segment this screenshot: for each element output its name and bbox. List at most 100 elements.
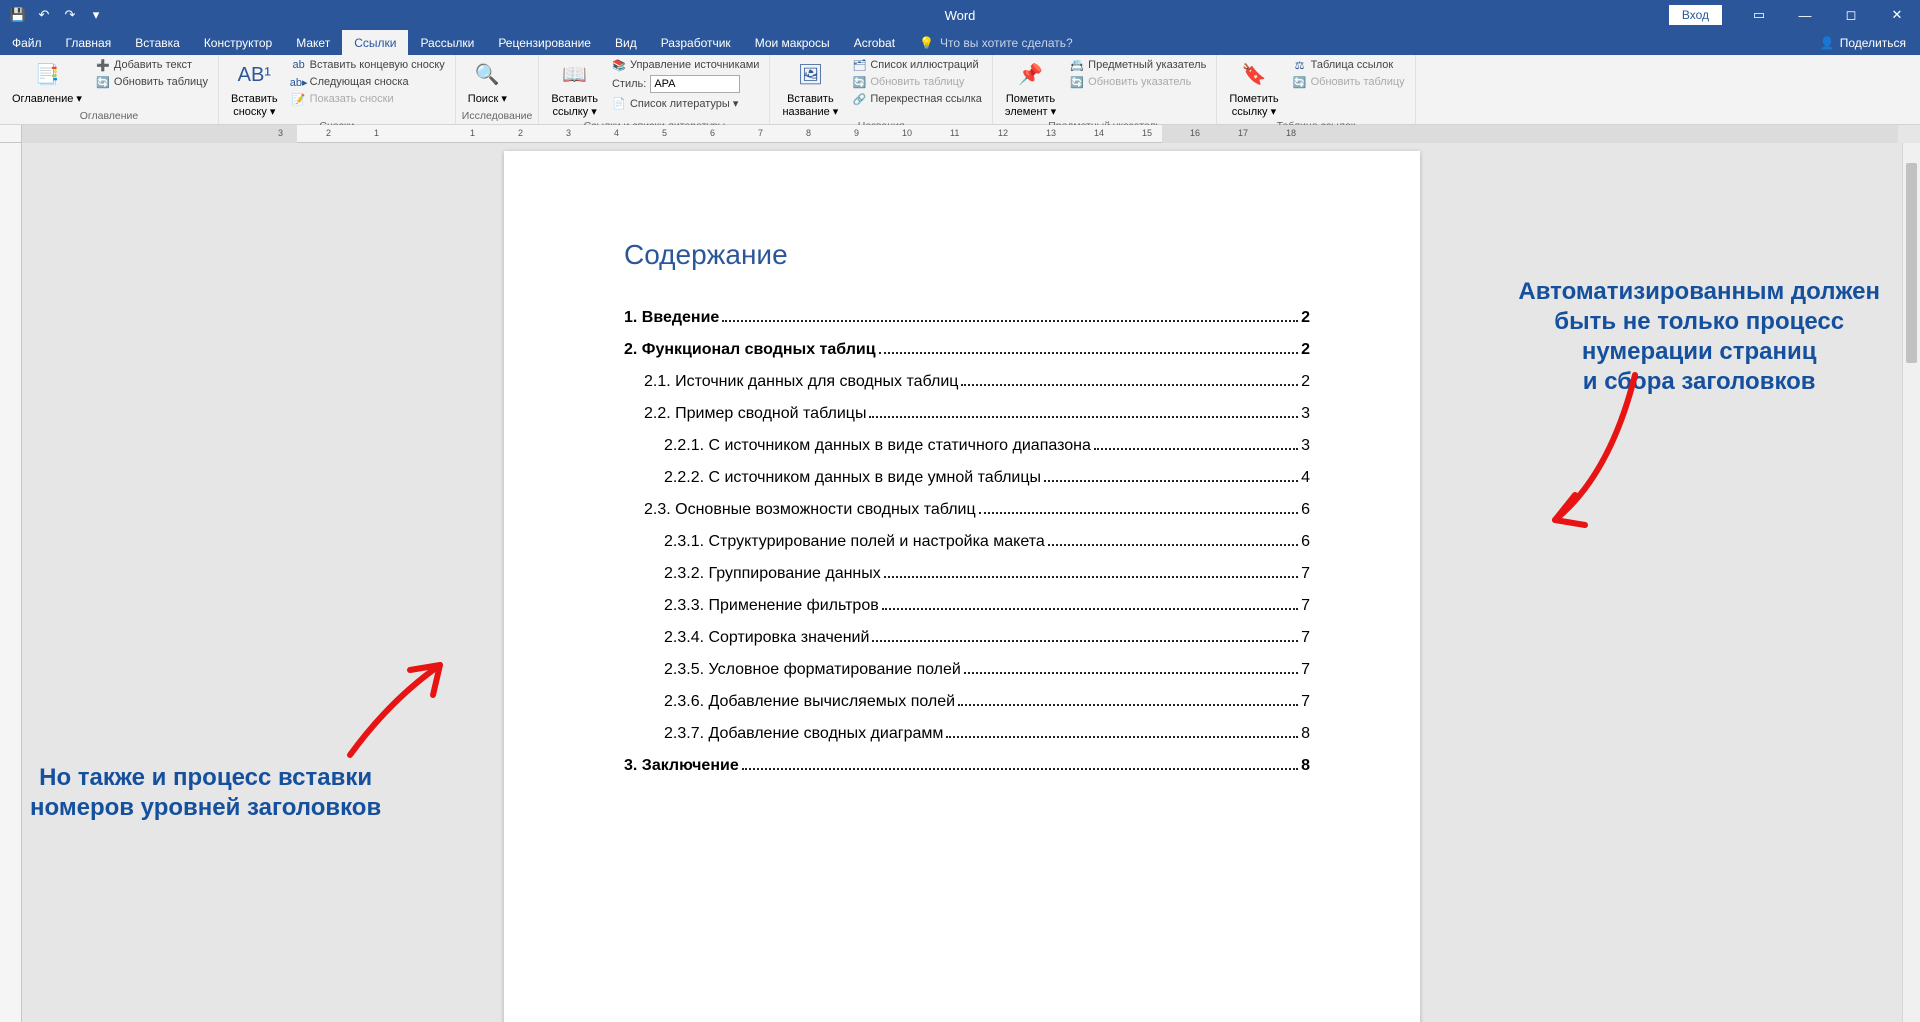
toc-leader-dots (869, 416, 1298, 418)
style-dropdown[interactable]: Стиль: (608, 74, 763, 94)
menu-tab-главная[interactable]: Главная (54, 30, 124, 55)
vertical-scrollbar[interactable] (1902, 143, 1920, 1022)
menu-tab-вид[interactable]: Вид (603, 30, 649, 55)
toc-page-number: 3 (1301, 405, 1310, 423)
toc-entry[interactable]: 2.1. Источник данных для сводных таблиц … (624, 373, 1310, 391)
cross-reference[interactable]: 🔗Перекрестная ссылка (848, 91, 986, 107)
toc-entry[interactable]: 2.3. Основные возможности сводных таблиц… (624, 501, 1310, 519)
add-text[interactable]: ➕Добавить текст (92, 57, 212, 73)
toc-page-number: 2 (1301, 341, 1310, 359)
ribbon-group-Оглавление: 📑Оглавление ▾➕Добавить текст🔄Обновить та… (0, 55, 219, 124)
toc-leader-dots (946, 736, 1298, 738)
citation-icon: 📖 (559, 59, 591, 91)
vertical-ruler[interactable] (0, 143, 22, 1022)
toc-page-number: 7 (1301, 629, 1310, 647)
tell-me-search[interactable]: 💡Что вы хотите сделать? (907, 30, 1085, 55)
toc-page-number: 7 (1301, 597, 1310, 615)
index-icon: 📇 (1070, 58, 1084, 72)
customize-qat-icon[interactable]: ▾ (84, 3, 108, 27)
redo-icon[interactable]: ↷ (58, 3, 82, 27)
table-of-contents: 1. Введение 2 2. Функционал сводных табли… (624, 309, 1310, 775)
toc-leader-dots (872, 640, 1298, 642)
menu-tab-мои макросы[interactable]: Мои макросы (743, 30, 842, 55)
toc-entry[interactable]: 2.2. Пример сводной таблицы 3 (624, 405, 1310, 423)
menu-tab-рецензирование[interactable]: Рецензирование (486, 30, 603, 55)
toc-entry[interactable]: 2.3.4. Сортировка значений 7 (624, 629, 1310, 647)
insert-citation[interactable]: 📖Вставитьссылку ▾ (545, 57, 604, 120)
ribbon-group-Сноски: AB¹Вставитьсноску ▾abВставить концевую с… (219, 55, 456, 124)
toc-entry[interactable]: 2.3.7. Добавление сводных диаграмм 8 (624, 725, 1310, 743)
ribbon: 📑Оглавление ▾➕Добавить текст🔄Обновить та… (0, 55, 1920, 125)
save-icon[interactable]: 💾 (6, 3, 30, 27)
update-index: 🔄Обновить указатель (1066, 74, 1210, 90)
insert-footnote[interactable]: AB¹Вставитьсноску ▾ (225, 57, 284, 120)
mark-entry-icon: 📌 (1015, 59, 1047, 91)
menu-tab-файл[interactable]: Файл (0, 30, 54, 55)
menu-tab-конструктор[interactable]: Конструктор (192, 30, 284, 55)
next-footnote-icon: ab▸ (292, 75, 306, 89)
style-select[interactable]: 📚Управление источниками (608, 57, 763, 73)
insert-endnote[interactable]: abВставить концевую сноску (288, 57, 449, 73)
quick-access-toolbar: 💾 ↶ ↷ ▾ (0, 3, 108, 27)
refresh-icon: 🔄 (852, 75, 866, 89)
toc-leader-dots (961, 384, 1298, 386)
toc-entry-text: 2.1. Источник данных для сводных таблиц (644, 373, 958, 391)
search[interactable]: 🔍Поиск ▾ (462, 57, 513, 108)
group-label: Оглавление (6, 110, 212, 124)
footnote-icon: AB¹ (238, 59, 270, 91)
menu-tab-рассылки[interactable]: Рассылки (408, 30, 486, 55)
undo-icon[interactable]: ↶ (32, 3, 56, 27)
toc-entry[interactable]: 2.2.2. С источником данных в виде умной … (624, 469, 1310, 487)
menu-tab-разработчик[interactable]: Разработчик (649, 30, 743, 55)
toc-entry-text: 2.3.5. Условное форматирование полей (664, 661, 961, 679)
maximize-icon[interactable]: ◻ (1828, 0, 1874, 30)
close-icon[interactable]: ✕ (1874, 0, 1920, 30)
update-authorities: 🔄Обновить таблицу (1289, 74, 1409, 90)
toc-leader-dots (1094, 448, 1298, 450)
share-button[interactable]: 👤Поделиться (1806, 30, 1920, 55)
menu-tab-вставка[interactable]: Вставка (123, 30, 192, 55)
toc-entry-text: 3. Заключение (624, 757, 739, 775)
insert-index[interactable]: 📇Предметный указатель (1066, 57, 1210, 73)
insert-authorities[interactable]: ⚖Таблица ссылок (1289, 57, 1409, 73)
toc-entry-text: 2.2.1. С источником данных в виде статич… (664, 437, 1091, 455)
toc-leader-dots (958, 704, 1298, 706)
update-toc[interactable]: 🔄Обновить таблицу (92, 74, 212, 90)
mark-entry[interactable]: 📌Пометитьэлемент ▾ (999, 57, 1062, 120)
toc-leader-dots (882, 608, 1298, 610)
toc-title: Содержание (624, 239, 1310, 271)
menu-tab-макет[interactable]: Макет (284, 30, 342, 55)
toc-button[interactable]: 📑Оглавление ▾ (6, 57, 88, 108)
toc-page-number: 4 (1301, 469, 1310, 487)
toc-entry-text: 2.2.2. С источником данных в виде умной … (664, 469, 1041, 487)
toc-page-number: 8 (1301, 725, 1310, 743)
horizontal-ruler[interactable]: 321123456789101112131415161718 (22, 125, 1898, 143)
minimize-icon[interactable]: — (1782, 0, 1828, 30)
toc-entry[interactable]: 2.3.2. Группирование данных 7 (624, 565, 1310, 583)
menu-tab-ссылки[interactable]: Ссылки (342, 30, 408, 55)
insert-caption[interactable]: 🖼Вставитьназвание ▾ (776, 57, 844, 120)
workspace: 321123456789101112131415161718 Содержани… (0, 125, 1920, 1022)
mark-citation[interactable]: 🔖Пометитьссылку ▾ (1223, 57, 1284, 120)
menu-tab-acrobat[interactable]: Acrobat (842, 30, 907, 55)
toc-leader-dots (742, 768, 1298, 770)
toc-entry[interactable]: 2.3.5. Условное форматирование полей 7 (624, 661, 1310, 679)
toc-entry[interactable]: 3. Заключение 8 (624, 757, 1310, 775)
list-of-figures[interactable]: 🗂Список иллюстраций (848, 57, 986, 73)
login-button[interactable]: Вход (1669, 5, 1722, 25)
next-footnote[interactable]: ab▸Следующая сноска (288, 74, 449, 90)
document-viewport: Содержание 1. Введение 2 2. Функционал св… (22, 143, 1902, 1022)
ribbon-display-icon[interactable]: ▭ (1736, 0, 1782, 30)
plus-icon: ➕ (96, 58, 110, 72)
toc-entry[interactable]: 2.2.1. С источником данных в виде статич… (624, 437, 1310, 455)
style-input[interactable] (650, 75, 740, 93)
annotation-right: Автоматизированным долженбыть не только … (1518, 277, 1880, 397)
bibliography[interactable]: 📄Список литературы ▾ (608, 95, 763, 111)
scrollbar-thumb[interactable] (1906, 163, 1917, 363)
toc-entry[interactable]: 1. Введение 2 (624, 309, 1310, 327)
toc-page-number: 6 (1301, 501, 1310, 519)
toc-entry[interactable]: 2. Функционал сводных таблиц 2 (624, 341, 1310, 359)
toc-entry[interactable]: 2.3.6. Добавление вычисляемых полей 7 (624, 693, 1310, 711)
toc-entry[interactable]: 2.3.3. Применение фильтров 7 (624, 597, 1310, 615)
toc-entry[interactable]: 2.3.1. Структурирование полей и настройк… (624, 533, 1310, 551)
